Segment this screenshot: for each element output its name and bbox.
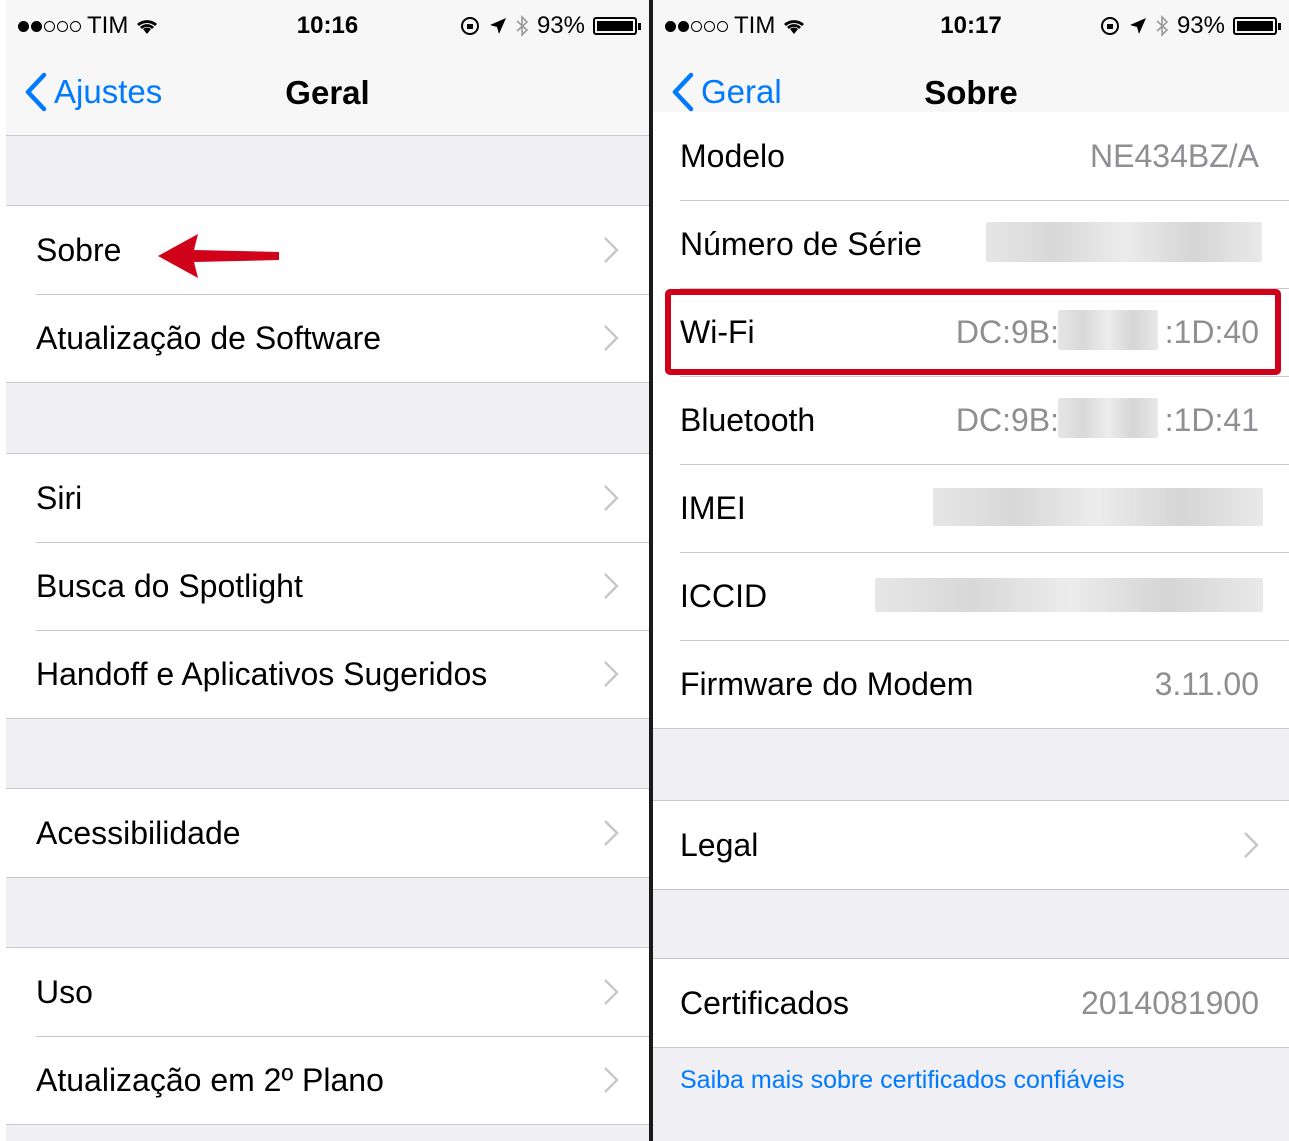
status-bar: TIM 10:16 93% [6,0,649,54]
chevron-right-icon [604,485,619,511]
row-label: Busca do Spotlight [36,567,303,604]
row-label: Uso [36,973,93,1010]
status-right-icons: 93% [459,12,641,40]
red-arrow-icon [158,234,279,278]
about-row-imei: IMEI [653,464,1289,552]
settings-row-accessibility[interactable]: Acessibilidade [6,789,649,877]
settings-group-3: Acessibilidade [6,788,649,878]
imei-redacted [933,488,1263,526]
row-label: ICCID [680,577,768,614]
row-label: Número de Série [680,225,922,262]
row-label: Siri [36,479,83,516]
certificates-value: 2014081900 [1081,984,1259,1021]
row-label: Firmware do Modem [680,665,974,702]
settings-row-software-update[interactable]: Atualização de Software [6,294,649,382]
trusted-certificates-link[interactable]: Saiba mais sobre certificados confiáveis [680,1066,1125,1095]
bluetooth-icon [1156,15,1169,37]
row-label: Atualização em 2º Plano [36,1061,384,1098]
about-row-legal[interactable]: Legal [653,801,1289,889]
bluetooth-value-end: :1D:41 [1164,401,1259,438]
about-row-iccid: ICCID [653,552,1289,640]
chevron-right-icon [604,573,619,599]
settings-row-sobre[interactable]: Sobre [6,206,649,294]
chevron-right-icon [604,661,619,687]
certificates-group: Certificados 2014081900 [653,958,1289,1048]
settings-row-handoff[interactable]: Handoff e Aplicativos Sugeridos [6,630,649,718]
settings-group-2: Siri Busca do Spotlight Handoff e Aplica… [6,453,649,719]
about-row-serial: Número de Série [653,200,1289,288]
battery-icon [1233,17,1281,35]
battery-percent: 93% [536,12,585,39]
settings-row-spotlight[interactable]: Busca do Spotlight [6,542,649,630]
model-value: NE434BZ/A [1090,137,1259,174]
about-row-bluetooth: Bluetooth DC:9B: :1D:41 [653,376,1289,464]
row-label: Handoff e Aplicativos Sugeridos [36,655,488,692]
row-label: Sobre [36,231,122,268]
about-row-modem-firmware: Firmware do Modem 3.11.00 [653,640,1289,728]
page-title: Geral [285,74,370,111]
page-title: Sobre [924,74,1018,111]
chevron-right-icon [1244,832,1259,858]
rotation-lock-icon [460,17,479,35]
bluetooth-value-start: DC:9B: [955,401,1059,438]
chevron-right-icon [604,979,619,1005]
location-icon [1129,18,1146,34]
location-icon [489,18,506,34]
chevron-right-icon [604,820,619,846]
battery-percent: 93% [1176,12,1225,39]
left-screen-general-settings: TIM 10:16 93% Ajustes Geral Sobre Atuali… [6,0,649,1141]
battery-icon [593,17,641,35]
rotation-lock-icon [1100,17,1119,35]
navigation-bar: Ajustes Geral [6,54,649,136]
settings-row-usage[interactable]: Uso [6,948,649,1036]
wifi-highlight-box [665,289,1281,375]
about-info-group: Modelo NE434BZ/A Número de Série Wi-Fi D… [653,112,1289,729]
bluetooth-icon [516,15,529,37]
chevron-right-icon [604,237,619,263]
chevron-right-icon [604,325,619,351]
settings-group-1: Sobre Atualização de Software [6,205,649,383]
row-label: Bluetooth [680,401,816,438]
row-label: Modelo [680,137,785,174]
settings-row-siri[interactable]: Siri [6,454,649,542]
settings-group-4: Uso Atualização em 2º Plano [6,947,649,1125]
row-label: Certificados [680,984,849,1021]
about-row-model: Modelo NE434BZ/A [653,112,1289,200]
right-screen-about: TIM 10:17 93% Geral Sobre Modelo NE434BZ… [653,0,1289,1141]
row-label: Acessibilidade [36,814,241,851]
chevron-right-icon [604,1067,619,1093]
about-row-certificates: Certificados 2014081900 [653,959,1289,1047]
legal-group: Legal [653,800,1289,890]
bluetooth-redacted [1058,398,1158,438]
row-label: Atualização de Software [36,319,382,356]
status-bar: TIM 10:17 93% [653,0,1289,54]
row-label: Legal [680,826,759,863]
modem-firmware-value: 3.11.00 [1154,665,1259,702]
serial-redacted [986,222,1262,262]
status-right-icons: 93% [1099,12,1281,40]
iccid-redacted [875,578,1263,612]
row-label: IMEI [680,489,746,526]
settings-row-background-refresh[interactable]: Atualização em 2º Plano [6,1036,649,1124]
